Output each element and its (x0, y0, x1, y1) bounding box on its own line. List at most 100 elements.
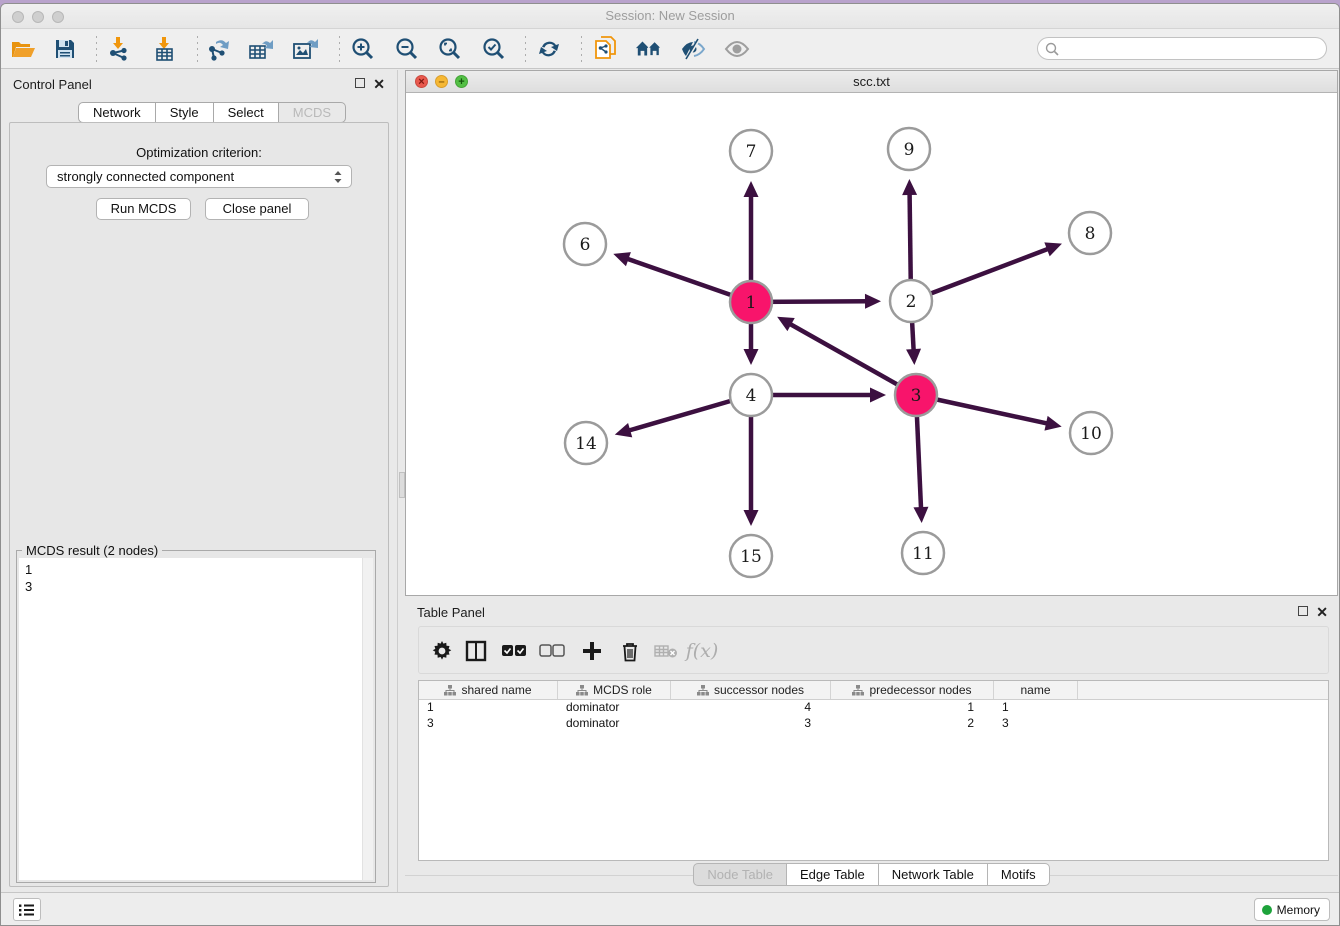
table-cell[interactable]: 3 (994, 716, 1078, 732)
tab-node-table[interactable]: Node Table (693, 863, 787, 886)
add-column-icon[interactable] (577, 637, 607, 665)
table-cell[interactable]: dominator (558, 716, 671, 732)
task-history-button[interactable] (13, 898, 41, 921)
zoom-selected-icon[interactable] (480, 36, 508, 62)
columns-icon[interactable] (461, 637, 491, 665)
table-cell[interactable]: dominator (558, 700, 671, 716)
toolbar-separator (525, 36, 526, 62)
column-label: name (1020, 683, 1050, 697)
table-cell[interactable]: 3 (419, 716, 558, 732)
float-panel-button[interactable] (355, 77, 365, 91)
search-field[interactable] (1037, 37, 1327, 60)
status-bar: Memory (1, 892, 1339, 925)
table-cell[interactable]: 1 (994, 700, 1078, 716)
table-row[interactable]: 3dominator323 (419, 716, 1328, 732)
network-title: scc.txt (406, 74, 1337, 89)
table-row[interactable]: 1dominator411 (419, 700, 1328, 716)
table-panel: Table Panel ✕ (405, 598, 1338, 892)
table-cell[interactable]: 4 (671, 700, 831, 716)
column-scope-icon (852, 685, 864, 696)
tab-mcds[interactable]: MCDS (279, 102, 346, 123)
result-scrollbar[interactable] (362, 558, 373, 880)
edge-arrowhead (865, 294, 881, 309)
export-table-icon[interactable] (247, 36, 275, 62)
tab-edge-table[interactable]: Edge Table (787, 863, 879, 886)
import-table-icon[interactable] (151, 36, 179, 62)
column-header-MCDS-role[interactable]: MCDS role (558, 681, 671, 699)
eye-disabled-icon (723, 36, 751, 62)
refresh-layout-icon[interactable] (535, 36, 563, 62)
criterion-dropdown[interactable]: strongly connected component (46, 165, 352, 188)
deselect-all-icon[interactable] (537, 637, 567, 665)
edge-arrowhead (613, 252, 631, 266)
search-icon (1045, 42, 1060, 57)
table-float-button[interactable] (1298, 605, 1308, 619)
column-scope-icon (576, 685, 588, 696)
select-all-checked-icon[interactable] (499, 637, 529, 665)
graph-node-label: 15 (740, 547, 762, 567)
mcds-panel: Optimization criterion: strongly connect… (9, 122, 389, 887)
search-input[interactable] (1064, 39, 1318, 58)
graph-node-label: 6 (580, 235, 591, 255)
graph-node-label: 7 (746, 142, 757, 162)
memory-status-dot (1262, 905, 1272, 915)
splitter-handle[interactable] (399, 472, 405, 498)
tab-network-table[interactable]: Network Table (879, 863, 988, 886)
import-network-icon[interactable] (105, 36, 133, 62)
node-table[interactable]: shared name MCDS role successor nodes prede… (418, 680, 1329, 861)
table-toolbar: f(x) (418, 626, 1329, 674)
table-cell[interactable]: 2 (831, 716, 994, 732)
network-titlebar[interactable]: × – + scc.txt (406, 71, 1337, 93)
edge-arrowhead (913, 507, 928, 523)
zoom-in-icon[interactable] (349, 36, 377, 62)
settings-gear-icon[interactable] (427, 637, 457, 665)
tab-style[interactable]: Style (156, 102, 214, 123)
table-header-row: shared name MCDS role successor nodes prede… (419, 681, 1328, 700)
delete-table-disabled-icon (651, 637, 681, 665)
chevron-updown-icon (333, 169, 343, 185)
show-hide-graphics-icon[interactable] (679, 36, 707, 62)
mcds-result-title: MCDS result (2 nodes) (22, 543, 162, 558)
column-label: successor nodes (714, 683, 804, 697)
table-cell[interactable]: 1 (419, 700, 558, 716)
edge-arrowhead (870, 388, 886, 403)
column-header-predecessor-nodes[interactable]: predecessor nodes (831, 681, 994, 699)
table-cell[interactable]: 3 (671, 716, 831, 732)
export-image-icon[interactable] (291, 36, 319, 62)
titlebar: Session: New Session (1, 4, 1339, 29)
graph-node-label: 11 (912, 544, 934, 564)
graph-node-label: 1 (746, 293, 757, 313)
graph-node-label: 10 (1080, 424, 1102, 444)
zoom-fit-icon[interactable] (436, 36, 464, 62)
column-header-name[interactable]: name (994, 681, 1078, 699)
close-panel-button[interactable]: ✕ (373, 77, 385, 91)
clone-network-icon[interactable] (591, 36, 619, 62)
tab-motifs[interactable]: Motifs (988, 863, 1050, 886)
toolbar-separator (96, 36, 97, 62)
column-scope-icon (444, 685, 456, 696)
save-session-icon[interactable] (51, 36, 79, 62)
houses-icon[interactable] (635, 36, 663, 62)
edge-arrowhead (744, 349, 759, 365)
network-graph[interactable]: 1234678910111415 (406, 93, 1339, 596)
delete-column-icon[interactable] (615, 637, 645, 665)
column-header-successor-nodes[interactable]: successor nodes (671, 681, 831, 699)
table-close-button[interactable]: ✕ (1316, 605, 1328, 619)
edge-arrowhead (1044, 416, 1061, 431)
zoom-out-icon[interactable] (393, 36, 421, 62)
table-cell[interactable]: 1 (831, 700, 994, 716)
network-window: × – + scc.txt 1234678910111415 (405, 70, 1338, 596)
memory-button[interactable]: Memory (1254, 898, 1330, 921)
column-label: shared name (461, 683, 531, 697)
mcds-result-list[interactable]: 1 3 (19, 558, 373, 880)
close-panel-button-2[interactable]: Close panel (205, 198, 309, 220)
column-header-shared-name[interactable]: shared name (419, 681, 558, 699)
export-network-icon[interactable] (205, 36, 233, 62)
graph-node-label: 2 (906, 292, 917, 312)
run-mcds-button[interactable]: Run MCDS (96, 198, 191, 220)
network-canvas[interactable]: 1234678910111415 (406, 93, 1337, 595)
tab-network[interactable]: Network (78, 102, 156, 123)
graph-edge-2-8[interactable] (911, 248, 1051, 301)
open-session-icon[interactable] (9, 36, 37, 62)
tab-select[interactable]: Select (214, 102, 279, 123)
